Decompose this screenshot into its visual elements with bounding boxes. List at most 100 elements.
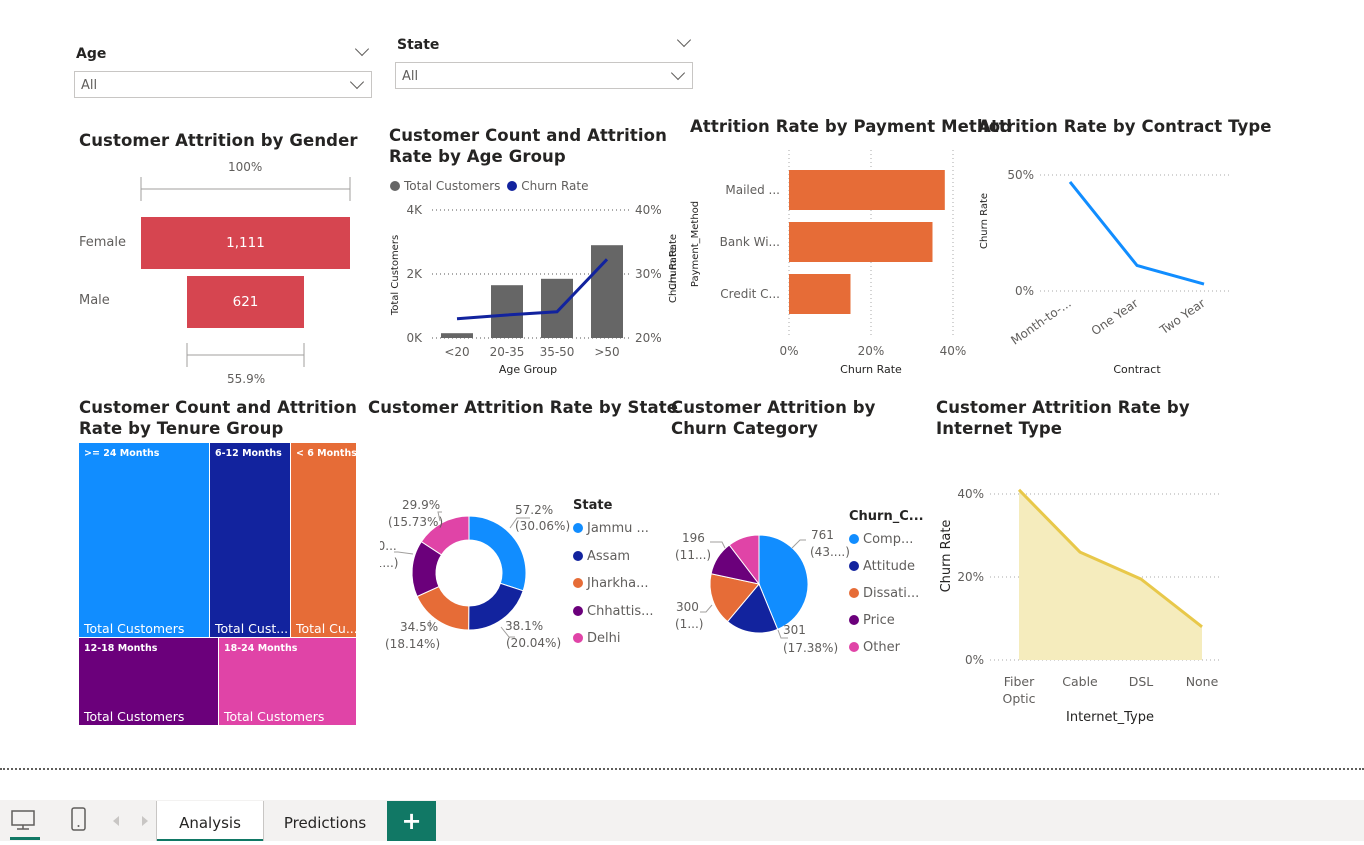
donut-label: (18.14%) [385,637,440,651]
desktop-view-icon[interactable] [10,809,38,831]
state-slicer-value: All [402,69,419,84]
treemap-cell-label: 6-12 Months [215,448,282,459]
mobile-view-icon[interactable] [70,806,88,834]
pie-label: (43....) [810,545,850,559]
treemap-cell-18-24[interactable]: 18-24 Months Total Customers [218,637,357,726]
pie-label: 196 [682,531,705,545]
legend-item[interactable]: Attitude [849,559,915,574]
chevron-down-icon [349,74,365,90]
chevron-down-icon[interactable] [354,41,370,57]
legend-dot-icon [849,615,859,625]
next-page-icon[interactable] [139,814,151,828]
legend-label: Jammu ... [587,521,649,536]
legend-item[interactable]: Chhattis... [573,604,654,619]
x-tick-label: DSL [1129,674,1154,689]
y-axis-title: Payment_Method [690,201,701,287]
treemap-cell-sub: Total Customers [84,709,185,724]
legend-label: Delhi [587,631,621,646]
x-tick-label: None [1186,674,1219,689]
treemap-cell-sub: Total Cu... [296,621,357,636]
age-slicer-dropdown[interactable]: All [74,71,372,98]
pie-label: 761 [811,528,834,542]
legend-item[interactable]: Comp... [849,532,913,547]
add-page-button[interactable]: + [387,801,436,841]
pie-label: (1...) [675,617,703,631]
legend-item[interactable]: Jammu ... [573,521,649,536]
pie-label: 300 [676,600,699,614]
legend-item[interactable]: Jharkha... [573,576,649,591]
legend-label: Jharkha... [587,576,649,591]
treemap-cell-12-18[interactable]: 12-18 Months Total Customers [78,637,219,726]
legend-label: Chhattis... [587,603,654,619]
plus-icon: + [401,807,422,835]
legend-item[interactable]: Assam [573,549,630,564]
legend-churn-rate: Churn Rate [521,179,589,193]
legend-item[interactable]: Dissati... [849,586,919,601]
donut-label: (15.73%) [388,515,443,529]
treemap-cell-6-12[interactable]: 6-12 Months Total Cust... [209,442,291,638]
legend-item[interactable]: Delhi [573,631,620,646]
age-slicer-label: Age [76,46,107,62]
y-tick: 40% [957,487,984,501]
age-slicer-value: All [81,78,98,93]
tab-predictions[interactable]: Predictions [270,801,380,841]
funnel-bottom-pct: 55.9% [227,372,266,386]
legend-label: Comp... [863,532,914,547]
donut-label: (30.06%) [515,519,570,533]
treemap-cell-sub: Total Customers [224,709,325,724]
age-bar-2 [541,278,573,338]
state-slicer-dropdown[interactable]: All [395,62,693,89]
gender-chart-title: Customer Attrition by Gender [79,131,358,150]
donut-label: 34.5% [400,620,438,634]
x-tick-label: Optic [1002,691,1035,706]
page-divider [0,768,1364,770]
y-tick-label: Bank Wi... [720,235,780,249]
funnel-bar-female[interactable]: 1,111 [141,217,350,269]
x-tick-label: Two Year [1156,296,1207,338]
y-tick-label: Credit C... [720,287,780,301]
y-left-tick: 2K [406,267,423,281]
treemap-cell-under6[interactable]: < 6 Months Total Cu... [290,442,357,638]
legend-label: Assam [587,548,631,564]
chevron-down-icon[interactable] [676,32,692,48]
age-bar-0 [441,333,473,338]
funnel-bracket-lines [140,177,351,367]
donut-label: (1...) [380,556,398,570]
x-tick: 0% [779,344,798,358]
x-tick-label: 20-35 [490,345,525,359]
funnel-bar-male[interactable]: 621 [187,276,304,328]
treemap-cell-24plus[interactable]: >= 24 Months Total Customers [78,442,210,638]
donut-label: 30... [380,539,397,553]
treemap-cell-label: >= 24 Months [84,448,160,459]
legend-label: Other [863,640,900,655]
internet-area [1019,489,1202,660]
legend-dot-icon [849,642,859,652]
funnel-top-pct: 100% [228,160,263,174]
legend-total-customers: Total Customers [404,179,501,193]
y-tick: 0% [965,653,984,667]
legend-item[interactable]: Other [849,640,900,655]
treemap-cell-sub: Total Cust... [215,621,289,636]
legend-dot-icon [573,605,583,616]
desktop-view-indicator [10,837,40,840]
funnel-label-female: Female [79,235,127,250]
tab-analysis[interactable]: Analysis [156,801,264,841]
contract-type-chart: 50% 0% Churn Rate Contract Month-to-... O… [979,168,1230,376]
internet-type-chart: 40% 20% 0% Churn Rate Internet_Type Fibe… [939,487,1220,725]
prev-page-icon[interactable] [110,814,122,828]
y-axis-title-2: Churn Rate [668,234,679,290]
funnel-value-male: 621 [232,294,259,310]
x-tick-label: 35-50 [540,345,575,359]
legend-item[interactable]: Price [849,613,895,628]
funnel-value-female: 1,111 [226,235,265,251]
pie-label: 301 [783,623,806,637]
churn-category-title: Customer Attrition by Churn Category [671,398,876,438]
state-legend-title: State [573,498,613,513]
legend-dot-icon [849,534,859,544]
legend-dot-icon [573,633,583,643]
y-axis-title: Churn Rate [979,193,990,249]
y-tick: 0% [1015,284,1034,298]
treemap-cell-label: < 6 Months [296,448,357,459]
churn-rate-line [456,258,609,321]
state-donut-chart: 57.2% (30.06%) 38.1% (20.04%) 34.5% (18.… [380,498,570,651]
